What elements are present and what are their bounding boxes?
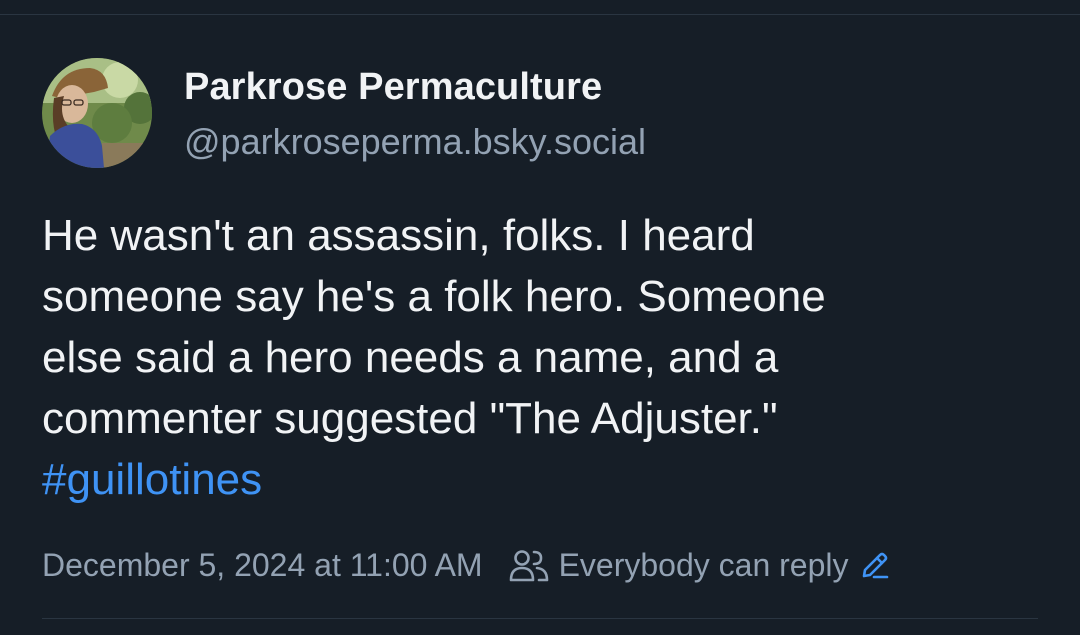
- people-icon: [509, 547, 549, 583]
- post-text: He wasn't an assassin, folks. I heard so…: [42, 205, 1042, 510]
- author-handle[interactable]: @parkroseperma.bsky.social: [184, 121, 646, 163]
- bottom-divider: [42, 618, 1038, 619]
- post-meta: December 5, 2024 at 11:00 AM Everybody c…: [42, 542, 890, 588]
- hashtag-link[interactable]: #guillotines: [42, 449, 1042, 510]
- post-text-line: commenter suggested "The Adjuster.": [42, 394, 778, 443]
- avatar-photo-icon: [42, 58, 152, 168]
- post-text-line: He wasn't an assassin, folks. I heard: [42, 211, 755, 260]
- pencil-icon[interactable]: [860, 550, 890, 580]
- reply-setting-label: Everybody can reply: [558, 546, 849, 583]
- post-timestamp[interactable]: December 5, 2024 at 11:00 AM: [42, 547, 483, 584]
- post-text-line: else said a hero needs a name, and a: [42, 333, 779, 382]
- reply-setting[interactable]: Everybody can reply: [483, 547, 891, 584]
- author-display-name[interactable]: Parkrose Permaculture: [184, 66, 602, 109]
- post-text-line: someone say he's a folk hero. Someone: [42, 272, 826, 321]
- author-avatar[interactable]: [42, 58, 152, 168]
- top-divider: [0, 14, 1080, 15]
